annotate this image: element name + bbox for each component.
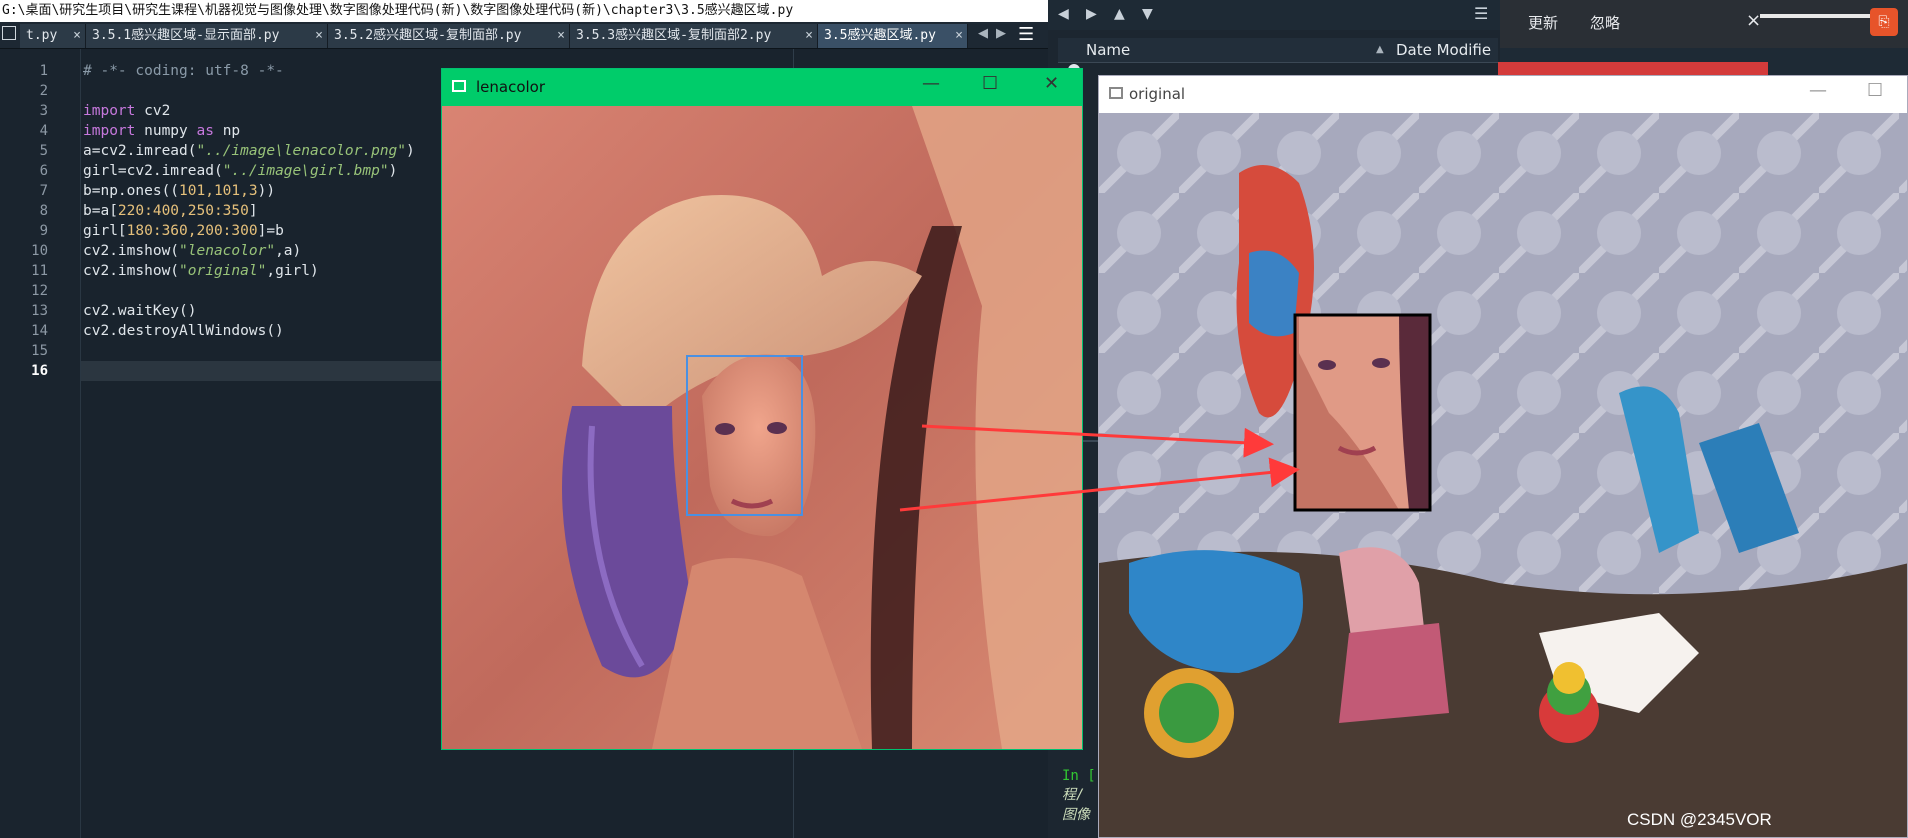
annotation-arrows xyxy=(899,424,1300,512)
arrow xyxy=(921,424,1274,458)
arrow xyxy=(899,457,1300,512)
